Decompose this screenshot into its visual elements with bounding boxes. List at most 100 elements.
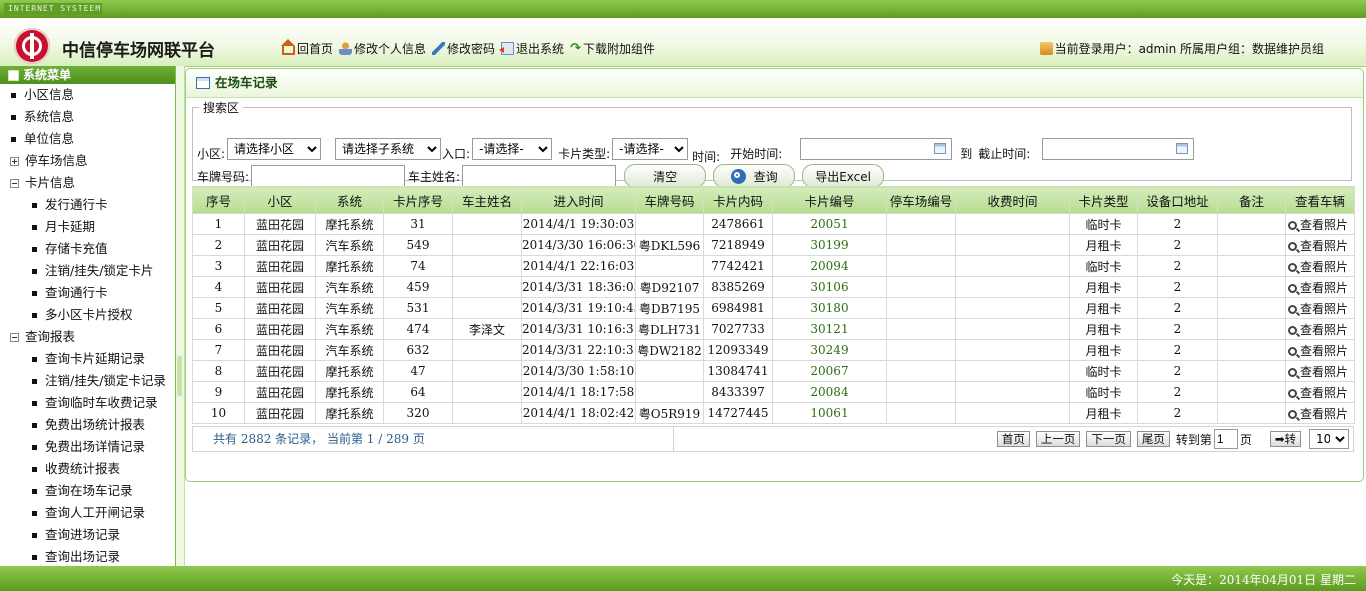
onsite-records-panel: 在场车记录 搜索区 小区: 请选择小区 请选择子系统 入口: -请选择- 卡片类…: [185, 68, 1364, 482]
nav-download-plugin[interactable]: ↷ 下载附加组件: [570, 40, 655, 57]
table-cell: 粤DLH731: [635, 318, 704, 340]
sidebar-item-cancel-lock-records[interactable]: 注销/挂失/锁定卡记录: [0, 370, 175, 392]
view-photo-link[interactable]: 查看照片: [1285, 381, 1355, 403]
table-cell: 30199: [772, 234, 887, 256]
plate-input[interactable]: [251, 165, 406, 187]
sidebar-item-temp-charge-records[interactable]: 查询临时车收费记录: [0, 392, 175, 414]
sidebar-item-community-info[interactable]: 小区信息: [0, 84, 175, 106]
table-cell: 14727445: [703, 402, 773, 424]
view-photo-link[interactable]: 查看照片: [1285, 234, 1355, 256]
table-cell: [452, 276, 522, 298]
view-photo-link[interactable]: 查看照片: [1285, 213, 1355, 235]
table-cell: 20051: [772, 213, 887, 235]
start-time-input[interactable]: [800, 137, 953, 160]
table-cell: 30180: [772, 297, 887, 319]
sidebar-group-query-reports[interactable]: 查询报表: [0, 326, 175, 348]
table-cell: [955, 297, 1070, 319]
table-cell: [886, 297, 956, 319]
calendar-icon[interactable]: [1176, 142, 1189, 154]
column-header: 序号: [192, 186, 245, 214]
subsystem-select[interactable]: 请选择子系统: [335, 137, 442, 160]
view-photo-link[interactable]: 查看照片: [1285, 318, 1355, 340]
table-cell: [886, 402, 956, 424]
nav-change-password[interactable]: 修改密码: [432, 40, 495, 57]
magnifier-icon: [1288, 304, 1297, 314]
table-cell: 459: [383, 276, 453, 298]
sidebar-item-issue-card[interactable]: 发行通行卡: [0, 194, 175, 216]
goto-page-input[interactable]: [1213, 429, 1238, 449]
go-button[interactable]: ➡转: [1269, 431, 1301, 447]
view-photo-link[interactable]: 查看照片: [1285, 339, 1355, 361]
table-icon: [196, 77, 210, 89]
sidebar-item-query-card[interactable]: 查询通行卡: [0, 282, 175, 304]
expand-plus-icon[interactable]: [10, 156, 19, 166]
goto-label: 转到第: [1175, 432, 1212, 447]
next-page-button[interactable]: 下一页: [1086, 431, 1131, 447]
table-cell: 汽车系统: [315, 234, 384, 256]
export-excel-button[interactable]: 导出Excel: [802, 164, 885, 188]
nav-logout[interactable]: 退出系统: [499, 40, 564, 57]
table-cell: [1217, 297, 1286, 319]
sidebar-item-exit-records[interactable]: 查询出场记录: [0, 546, 175, 568]
table-row: 3 蓝田花园 摩托系统 74 2014/4/1 22:16:03 7742421 20094…: [192, 255, 1355, 277]
sidebar-item-free-exit-report[interactable]: 免费出场统计报表: [0, 414, 175, 436]
pager-controls: 首页 上一页 下一页 尾页 转到第 页 ➡转 10: [674, 429, 1353, 449]
table-cell: 临时卡: [1069, 381, 1138, 403]
nav-home[interactable]: 回首页: [281, 39, 333, 57]
collapse-minus-icon[interactable]: [10, 178, 19, 188]
sidebar-item-extend-records[interactable]: 查询卡片延期记录: [0, 348, 175, 370]
sidebar-item-unit-info[interactable]: 单位信息: [0, 128, 175, 150]
table-cell: 10: [192, 402, 245, 424]
nav-edit-profile[interactable]: 修改个人信息: [339, 40, 426, 57]
sidebar-group-parking-info[interactable]: 停车场信息: [0, 150, 175, 172]
view-photo-link[interactable]: 查看照片: [1285, 297, 1355, 319]
view-photo-label: 查看照片: [1300, 217, 1349, 232]
table-cell: 月租卡: [1069, 234, 1138, 256]
table-row: 8 蓝田花园 摩托系统 47 2014/3/30 1:58:10 13084741 2006…: [192, 360, 1355, 382]
table-cell: 汽车系统: [315, 339, 384, 361]
sidebar-item-stored-value-recharge[interactable]: 存储卡充值: [0, 238, 175, 260]
splitter-grip-icon[interactable]: [177, 356, 182, 396]
end-time-input[interactable]: [1042, 137, 1195, 160]
download-arrow-icon: ↷: [570, 41, 581, 56]
sidebar-item-monthly-extend[interactable]: 月卡延期: [0, 216, 175, 238]
cardtype-select[interactable]: -请选择-: [612, 137, 689, 160]
view-photo-link[interactable]: 查看照片: [1285, 276, 1355, 298]
last-page-button[interactable]: 尾页: [1136, 431, 1170, 447]
sidebar-item-charge-stats[interactable]: 收费统计报表: [0, 458, 175, 480]
clear-button[interactable]: 清空: [624, 164, 707, 188]
sidebar-group-card-info[interactable]: 卡片信息: [0, 172, 175, 194]
prev-page-button[interactable]: 上一页: [1035, 431, 1081, 447]
table-cell: [955, 381, 1070, 403]
table-cell: [886, 339, 956, 361]
sidebar-splitter[interactable]: [176, 66, 185, 566]
calendar-icon[interactable]: [934, 142, 947, 154]
sidebar-item-system-info[interactable]: 系统信息: [0, 106, 175, 128]
table-cell: 5: [192, 297, 245, 319]
menu-icon: [8, 69, 19, 81]
table-cell: 蓝田花园: [244, 318, 316, 340]
owner-input[interactable]: [462, 165, 617, 187]
sidebar-item-free-exit-details[interactable]: 免费出场详情记录: [0, 436, 175, 458]
sidebar-item-multi-community-auth[interactable]: 多小区卡片授权: [0, 304, 175, 326]
entrance-select[interactable]: -请选择-: [472, 137, 553, 160]
sidebar-item-manual-gate-records[interactable]: 查询人工开闸记录: [0, 502, 175, 524]
bullet-icon: [32, 532, 37, 538]
page-size-select[interactable]: 10: [1309, 429, 1349, 449]
query-button[interactable]: 查询: [713, 164, 796, 188]
sidebar-item-label: 注销/挂失/锁定卡记录: [45, 373, 166, 388]
view-photo-link[interactable]: 查看照片: [1285, 360, 1355, 382]
column-header: 查看车辆: [1285, 186, 1355, 214]
collapse-minus-icon[interactable]: [10, 332, 19, 342]
sidebar-item-cancel-lock-card[interactable]: 注销/挂失/锁定卡片: [0, 260, 175, 282]
bullet-icon: [32, 224, 37, 230]
sidebar-item-entry-records[interactable]: 查询进场记录: [0, 524, 175, 546]
view-photo-link[interactable]: 查看照片: [1285, 402, 1355, 424]
view-photo-link[interactable]: 查看照片: [1285, 255, 1355, 277]
community-select[interactable]: 请选择小区: [227, 137, 322, 160]
first-page-button[interactable]: 首页: [996, 431, 1030, 447]
sidebar-item-label: 停车场信息: [25, 153, 88, 168]
sidebar-item-onsite-records[interactable]: 查询在场车记录: [0, 480, 175, 502]
table-cell: 7027733: [703, 318, 773, 340]
table-cell: 474: [383, 318, 453, 340]
